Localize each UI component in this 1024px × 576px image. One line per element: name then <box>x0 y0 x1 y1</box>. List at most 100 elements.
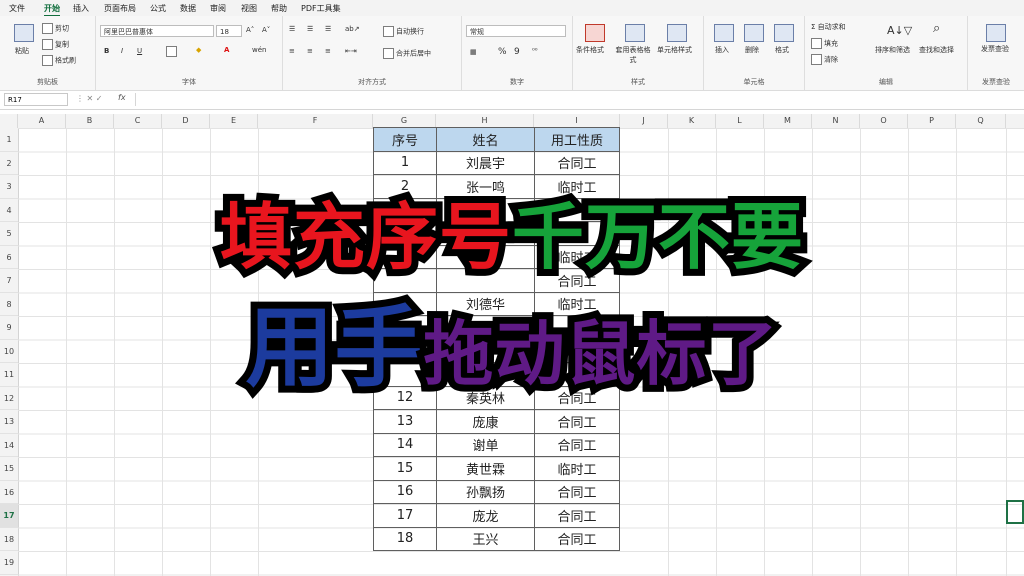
name-box[interactable]: R17 <box>4 93 68 106</box>
cell[interactable]: 合同工 <box>534 479 620 504</box>
cell[interactable]: 谢单 <box>436 432 535 457</box>
row-header[interactable]: 15 <box>0 457 18 481</box>
fx-button[interactable]: fx <box>118 93 126 102</box>
cell[interactable]: 1 <box>373 150 437 175</box>
search-icon[interactable]: ⌕ <box>933 21 940 36</box>
column-header[interactable]: C <box>114 114 162 128</box>
decimal-icon[interactable]: ⁰⁰ <box>532 47 538 55</box>
indent-icon[interactable]: ⇤⇥ <box>345 47 357 55</box>
row-header-selected[interactable]: 17 <box>0 504 18 528</box>
column-header[interactable]: G <box>373 114 436 128</box>
cell[interactable]: 合同工 <box>534 503 620 528</box>
clear-button[interactable]: 清除 <box>811 54 838 65</box>
autosum-button[interactable]: Σ 自动求和 <box>811 22 846 32</box>
border-icon[interactable] <box>166 46 179 57</box>
cell[interactable]: 15 <box>373 456 437 481</box>
cut-button[interactable]: 剪切 <box>42 23 69 34</box>
cell[interactable]: 14 <box>373 432 437 457</box>
align-center-icon[interactable]: ≡ <box>307 47 313 55</box>
cell[interactable]: 黄世霖 <box>436 456 535 481</box>
conditional-format-button[interactable]: 条件格式 <box>576 45 604 55</box>
menu-review[interactable]: 审阅 <box>210 3 226 14</box>
increase-font-icon[interactable]: A˄ <box>246 26 254 34</box>
cell-style-button[interactable]: 单元格样式 <box>657 45 692 55</box>
format-cells-button[interactable]: 格式 <box>775 45 789 55</box>
delete-cells-icon[interactable] <box>744 24 764 42</box>
menu-home[interactable]: 开始 <box>44 3 60 17</box>
cell[interactable]: 合同工 <box>534 432 620 457</box>
row-header[interactable]: 19 <box>0 551 18 575</box>
insert-cells-button[interactable]: 插入 <box>715 45 729 55</box>
orientation-icon[interactable]: ab↗ <box>345 25 360 33</box>
sort-filter-icon[interactable]: A↓▽ <box>887 24 912 37</box>
comma-button[interactable]: 9 <box>514 47 520 57</box>
column-header[interactable]: M <box>764 114 812 128</box>
column-header[interactable]: A <box>18 114 66 128</box>
row-header[interactable]: 2 <box>0 152 18 175</box>
table-format-icon[interactable] <box>625 24 645 42</box>
paste-icon[interactable] <box>14 24 34 42</box>
paste-button[interactable]: 粘贴 <box>15 46 29 56</box>
cancel-icon[interactable]: ⋮ ✕ ✓ <box>76 94 103 103</box>
column-header[interactable]: J <box>620 114 668 128</box>
column-header[interactable]: D <box>162 114 210 128</box>
cell[interactable]: 17 <box>373 503 437 528</box>
cell[interactable]: 王兴 <box>436 526 535 551</box>
cell[interactable]: 刘晨宇 <box>436 150 535 175</box>
copy-button[interactable]: 复制 <box>42 39 69 50</box>
column-header[interactable]: O <box>860 114 908 128</box>
selected-cell-r17[interactable] <box>1006 500 1024 524</box>
row-header[interactable]: 1 <box>0 128 18 152</box>
fill-color-icon[interactable]: ◆ <box>196 46 201 54</box>
format-cells-icon[interactable] <box>774 24 794 42</box>
phonetic-icon[interactable]: wén <box>252 46 266 54</box>
column-header[interactable]: Q <box>956 114 1006 128</box>
column-header[interactable]: B <box>66 114 114 128</box>
currency-icon[interactable]: ▦ <box>470 48 477 56</box>
percent-button[interactable]: % <box>498 47 507 57</box>
menu-page-layout[interactable]: 页面布局 <box>104 3 136 14</box>
table-format-button[interactable]: 套用表格格式 <box>613 45 653 65</box>
underline-button[interactable]: U <box>137 47 142 55</box>
conditional-format-icon[interactable] <box>585 24 605 42</box>
cell[interactable]: 18 <box>373 526 437 551</box>
select-all-corner[interactable] <box>0 114 18 128</box>
menu-insert[interactable]: 插入 <box>73 3 89 14</box>
invoice-check-icon[interactable] <box>986 24 1006 42</box>
align-top-icon[interactable]: ☰ <box>289 25 295 33</box>
header-cell-name[interactable]: 姓名 <box>436 127 535 152</box>
menu-formulas[interactable]: 公式 <box>150 3 166 14</box>
formula-input[interactable] <box>135 93 1020 106</box>
format-painter-button[interactable]: 格式刷 <box>42 55 76 66</box>
wrap-text-button[interactable]: 自动换行 <box>383 26 424 37</box>
find-select-button[interactable]: 查找和选择 <box>919 45 954 55</box>
decrease-font-icon[interactable]: A˅ <box>262 26 270 34</box>
merge-center-button[interactable]: 合并后居中 <box>383 48 431 59</box>
column-header[interactable]: K <box>668 114 716 128</box>
menu-help[interactable]: 帮助 <box>271 3 287 14</box>
invoice-check-button[interactable]: 发票查验 <box>980 44 1010 54</box>
bold-button[interactable]: B <box>104 47 109 55</box>
font-color-button[interactable]: A <box>224 46 229 54</box>
italic-button[interactable]: I <box>121 47 123 55</box>
column-header[interactable]: N <box>812 114 860 128</box>
column-header[interactable]: I <box>534 114 620 128</box>
cell[interactable]: 16 <box>373 479 437 504</box>
align-left-icon[interactable]: ≡ <box>289 47 295 55</box>
menu-file[interactable]: 文件 <box>9 3 25 14</box>
column-header[interactable]: H <box>436 114 534 128</box>
font-size-select[interactable]: 18 <box>216 25 242 37</box>
delete-cells-button[interactable]: 删除 <box>745 45 759 55</box>
row-header[interactable]: 16 <box>0 481 18 504</box>
insert-cells-icon[interactable] <box>714 24 734 42</box>
row-header[interactable]: 14 <box>0 434 18 457</box>
cell[interactable]: 庞龙 <box>436 503 535 528</box>
sort-filter-button[interactable]: 排序和筛选 <box>875 45 910 55</box>
column-header[interactable]: F <box>258 114 373 128</box>
column-header[interactable]: P <box>908 114 956 128</box>
fill-button[interactable]: 填充 <box>811 38 838 49</box>
header-cell-type[interactable]: 用工性质 <box>534 127 620 152</box>
menu-pdf-tools[interactable]: PDF工具集 <box>301 3 341 14</box>
cell-style-icon[interactable] <box>667 24 687 42</box>
number-format-select[interactable]: 常规 <box>466 25 566 37</box>
